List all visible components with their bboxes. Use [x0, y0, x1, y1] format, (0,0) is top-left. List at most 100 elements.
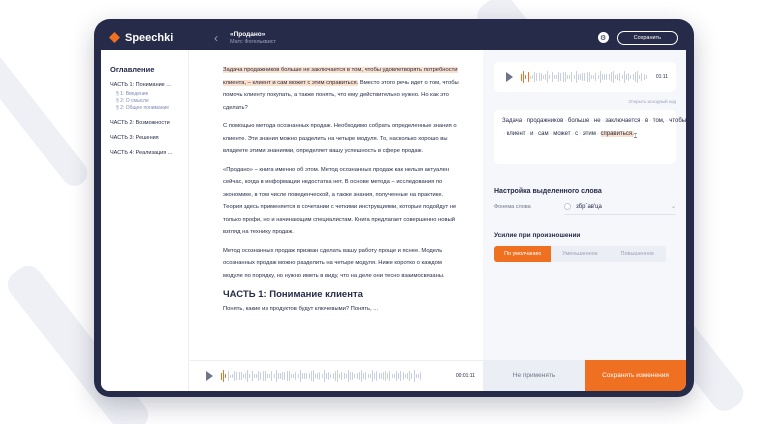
ssml-word[interactable]: не: [594, 118, 601, 124]
word-separator-icon[interactable]: ▫: [524, 118, 526, 123]
waveform-bar: [396, 370, 397, 382]
apply-button[interactable]: Сохранить изменения: [585, 360, 686, 391]
word-separator-icon[interactable]: ▫: [650, 118, 652, 123]
waveform-bar: [341, 372, 343, 380]
ssml-editor[interactable]: Задача ▫ продажников ▫ больше ▫ не ▫ заключается…: [494, 110, 686, 164]
paragraph[interactable]: Понять, какие из продуктов будут ключевы…: [223, 303, 463, 315]
waveform-bar: [595, 72, 597, 82]
waveform-bar: [334, 371, 336, 381]
effort-option-increased[interactable]: Повышенное: [608, 246, 666, 262]
ssml-word[interactable]: больше: [568, 118, 589, 124]
paragraph[interactable]: Метод осознанных продаж призван сделать …: [223, 245, 463, 283]
toc-item-part-3[interactable]: ЧАСТЬ 3: Решения: [110, 135, 188, 141]
waveform-bar: [225, 374, 227, 378]
waveform-bar: [420, 371, 422, 381]
waveform-bar: [350, 372, 352, 380]
ssml-word[interactable]: может: [553, 131, 570, 137]
word-separator-icon[interactable]: ▫: [597, 131, 599, 136]
document-text: Задача продажников больше не заключается…: [190, 50, 483, 360]
waveform-bar: [242, 373, 244, 379]
word-separator-icon[interactable]: ▫: [666, 118, 668, 123]
waveform-bar: [376, 371, 378, 381]
waveform-bar: [293, 374, 295, 378]
waveform-bar: [297, 373, 299, 379]
word-separator-icon[interactable]: ▫: [591, 118, 593, 123]
effort-option-reduced[interactable]: Уменьшенное: [551, 246, 609, 262]
waveform[interactable]: [521, 70, 650, 84]
ssml-word[interactable]: сам: [538, 131, 548, 137]
waveform-bar: [269, 373, 271, 379]
word-separator-icon[interactable]: ▫: [527, 131, 529, 136]
phoneme-label: Фонема слова: [494, 203, 531, 210]
waveform-bar: [551, 71, 553, 83]
app-header: Speechki ‹ «Продано» Матс Фогельквист ⚙ …: [101, 25, 686, 50]
paragraph[interactable]: Задача продажников больше не заключается…: [223, 64, 463, 114]
play-icon[interactable]: [206, 371, 213, 381]
gear-icon[interactable]: ⚙: [597, 32, 609, 43]
waveform-bar: [586, 72, 588, 82]
ssml-word[interactable]: и: [530, 131, 533, 137]
word-separator-icon[interactable]: ▫: [642, 118, 644, 123]
chevron-down-icon[interactable]: ⌄: [671, 203, 676, 210]
word-separator-icon[interactable]: ▫: [550, 131, 552, 136]
waveform-bar: [253, 373, 255, 379]
toc-subitem[interactable]: § 1: Введение: [116, 91, 188, 97]
effort-option-default[interactable]: По умолчанию: [494, 246, 552, 262]
waveform-bar: [534, 71, 536, 83]
waveform[interactable]: [221, 369, 450, 383]
waveform-bar: [623, 70, 625, 84]
paragraph[interactable]: «Продано» – книга именно об этом. Метод …: [223, 164, 463, 239]
ssml-word[interactable]: заключается: [605, 118, 640, 124]
chevron-left-icon[interactable]: ‹: [214, 31, 218, 45]
waveform-bar: [330, 374, 332, 378]
word-separator-icon[interactable]: ▫: [572, 131, 574, 136]
radio-icon[interactable]: [564, 203, 571, 210]
ssml-word[interactable]: клиент: [507, 131, 526, 137]
ssml-word[interactable]: в: [645, 118, 648, 124]
ssml-word[interactable]: чтобы: [669, 118, 686, 124]
waveform-bar: [291, 373, 292, 379]
waveform-bar: [643, 74, 645, 80]
waveform-bar: [378, 372, 380, 380]
waveform-bar: [591, 74, 592, 80]
ssml-word[interactable]: Задача: [502, 118, 522, 124]
phoneme-value[interactable]: збр`ав'ца: [576, 204, 602, 210]
waveform-bar: [415, 373, 417, 379]
toc-subitem[interactable]: § 2: Общее понимание: [116, 105, 188, 111]
toc-subitem[interactable]: § 2: О смысле: [116, 98, 188, 104]
waveform-bar: [358, 371, 360, 381]
word-separator-icon[interactable]: ▫: [504, 131, 506, 136]
waveform-bar: [406, 373, 408, 379]
word-separator-icon[interactable]: ▫: [602, 118, 604, 123]
waveform-bar: [549, 75, 551, 79]
waveform-bar: [599, 70, 601, 84]
waveform-bar: [612, 71, 614, 83]
play-icon[interactable]: [506, 72, 513, 82]
toc-item-part-1[interactable]: ЧАСТЬ 1: Понимание ...: [110, 82, 188, 88]
waveform-bar: [538, 72, 540, 82]
waveform-bar: [352, 371, 354, 381]
toc-item-part-4[interactable]: ЧАСТЬ 4: Реализация ...: [110, 150, 188, 156]
ssml-word[interactable]: том,: [653, 118, 665, 124]
waveform-bar: [619, 73, 621, 81]
ssml-selected-word[interactable]: справиться.: [600, 130, 634, 137]
save-button[interactable]: Сохранить: [616, 30, 678, 45]
phoneme-field[interactable]: Фонема слова збр`ав'ца ⌄: [494, 203, 676, 210]
cancel-button[interactable]: Не применять: [483, 360, 585, 391]
word-separator-icon[interactable]: ▫: [535, 131, 537, 136]
paragraph[interactable]: С помощью метода осознанных продаж. Необ…: [223, 120, 463, 158]
waveform-bar: [385, 370, 387, 382]
ssml-word[interactable]: с: [575, 131, 578, 137]
word-separator-icon[interactable]: ▫: [565, 118, 567, 123]
word-separator-icon[interactable]: ▫: [580, 131, 582, 136]
waveform-bar: [301, 372, 303, 380]
waveform-bar: [256, 373, 257, 379]
toc-item-part-2[interactable]: ЧАСТЬ 2: Возможности: [110, 120, 188, 126]
ssml-word[interactable]: продажников: [527, 118, 564, 124]
waveform-bar: [597, 74, 599, 80]
waveform-bar: [608, 73, 610, 81]
ssml-word[interactable]: этим: [583, 131, 596, 137]
waveform-bar: [617, 74, 619, 80]
chapter-heading: ЧАСТЬ 1: Понимание клиента: [223, 289, 363, 300]
open-original-link[interactable]: Открыть исходный код: [494, 99, 676, 104]
